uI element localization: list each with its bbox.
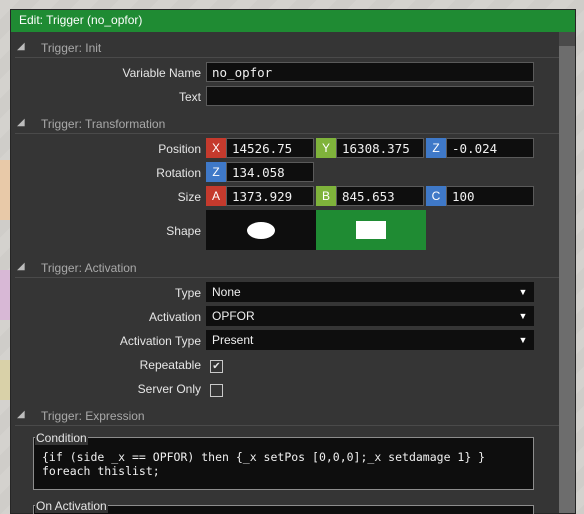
axis-c-badge: C [426,186,446,206]
axis-z-badge: Z [426,138,446,158]
type-label: Type [174,286,201,300]
rotation-z-input[interactable]: 134.058 [226,162,314,182]
rectangle-icon [356,221,386,239]
section-header-expression[interactable]: ◢ Trigger: Expression [15,406,559,426]
on-activation-label: On Activation [35,499,108,513]
position-y-input[interactable]: 16308.375 [336,138,424,158]
shape-label: Shape [166,224,201,238]
condition-code-line: {if (side _x == OPFOR) then {_x setPos [… [42,450,486,464]
activation-select[interactable]: OPFOR ▼ [206,306,534,326]
trigger-edit-dialog: Edit: Trigger (no_opfor) ◢ Trigger: Init… [10,9,576,514]
size-a-input[interactable]: 1373.929 [226,186,314,206]
section-title: Trigger: Init [41,41,102,55]
repeatable-checkbox[interactable]: ✔ [210,360,223,373]
on-activation-textarea[interactable] [33,505,534,514]
chevron-down-icon[interactable]: ▼ [512,282,534,302]
repeatable-label: Repeatable [139,358,201,372]
triangle-collapse-icon[interactable]: ◢ [17,409,25,420]
section-title: Trigger: Transformation [41,117,166,131]
activation-type-select[interactable]: Present ▼ [206,330,534,350]
chevron-down-icon[interactable]: ▼ [512,306,534,326]
shape-rectangle-button[interactable] [316,210,426,250]
section-title: Trigger: Activation [41,261,137,275]
variable-name-label: Variable Name [122,66,201,80]
triangle-collapse-icon[interactable]: ◢ [17,41,25,52]
axis-a-badge: A [206,186,226,206]
activation-type-label: Activation Type [119,334,201,348]
ellipse-icon [247,222,275,239]
section-header-activation[interactable]: ◢ Trigger: Activation [15,258,559,278]
axis-x-badge: X [206,138,226,158]
type-select-value: None [212,285,241,299]
shape-ellipse-button[interactable] [206,210,316,250]
server-only-label: Server Only [137,382,201,396]
activation-type-select-value: Present [212,333,254,347]
condition-code-line: foreach thislist; [42,464,160,478]
position-label: Position [158,142,201,156]
size-label: Size [177,190,201,204]
section-title: Trigger: Expression [41,409,145,423]
axis-z-badge: Z [206,162,226,182]
text-label: Text [178,90,201,104]
size-b-input[interactable]: 845.653 [336,186,424,206]
chevron-down-icon[interactable]: ▼ [512,330,534,350]
section-header-init[interactable]: ◢ Trigger: Init [15,38,559,58]
type-select[interactable]: None ▼ [206,282,534,302]
dialog-title: Edit: Trigger (no_opfor) [19,13,143,27]
activation-select-value: OPFOR [212,309,255,323]
scrollbar-thumb[interactable] [559,32,575,46]
text-input[interactable] [206,86,534,106]
size-c-input[interactable]: 100 [446,186,534,206]
scrollbar[interactable] [559,32,575,513]
rotation-label: Rotation [156,166,201,180]
axis-b-badge: B [316,186,336,206]
condition-label: Condition [35,431,88,445]
server-only-checkbox[interactable] [210,384,223,397]
condition-textarea[interactable]: {if (side _x == OPFOR) then {_x setPos [… [33,437,534,490]
axis-y-badge: Y [316,138,336,158]
variable-name-input[interactable]: no_opfor [206,62,534,82]
position-x-input[interactable]: 14526.75 [226,138,314,158]
section-header-transformation[interactable]: ◢ Trigger: Transformation [15,114,559,134]
checkmark-icon: ✔ [212,361,221,372]
position-z-input[interactable]: -0.024 [446,138,534,158]
triangle-collapse-icon[interactable]: ◢ [17,261,25,272]
triangle-collapse-icon[interactable]: ◢ [17,117,25,128]
dialog-titlebar[interactable]: Edit: Trigger (no_opfor) [11,10,575,32]
activation-label: Activation [148,310,201,324]
